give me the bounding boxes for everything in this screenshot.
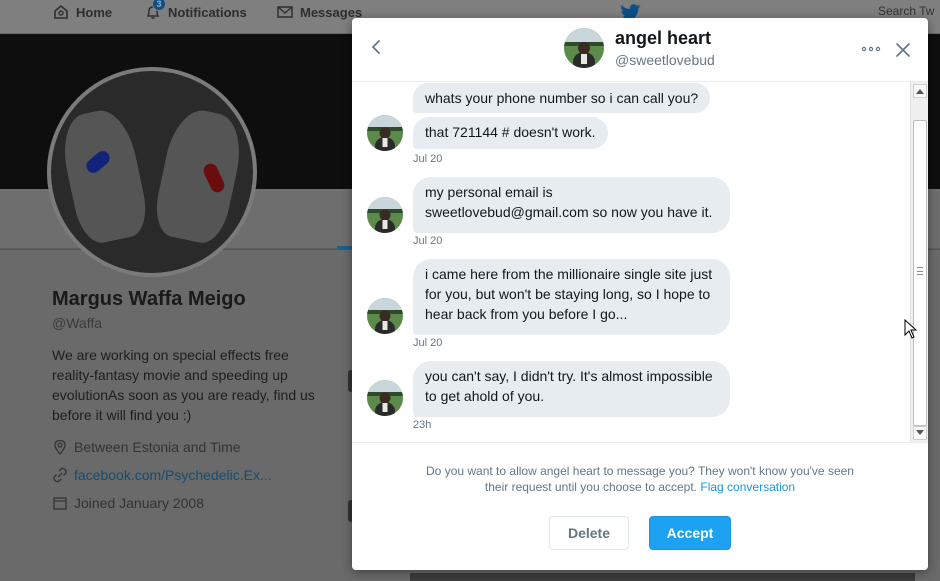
envelope-icon <box>277 6 293 18</box>
message-sender-avatar[interactable] <box>367 298 403 334</box>
conversation-scrollbar[interactable] <box>910 82 928 442</box>
scroll-down-arrow-icon[interactable] <box>913 426 927 440</box>
profile-location: Between Estonia and Time <box>52 438 241 456</box>
profile-bio: We are working on special effects free r… <box>52 347 315 423</box>
sender-avatar-image <box>367 197 403 233</box>
message-bubble: i came here from the millionaire single … <box>413 259 730 335</box>
home-icon <box>54 4 68 19</box>
message-sender-avatar[interactable] <box>367 197 403 233</box>
conversation-thread[interactable]: whats your phone number so i can call yo… <box>352 82 912 442</box>
notification-count-badge: 3 <box>152 0 166 11</box>
message-bubble: you can't say, I didn't try. It's almost… <box>413 361 730 417</box>
sender-avatar[interactable] <box>564 28 604 68</box>
message-timestamp: 23h <box>413 419 432 431</box>
close-icon[interactable] <box>895 42 911 58</box>
message-bubble: my personal email is sweetlovebud@gmail.… <box>413 177 730 233</box>
delete-button[interactable]: Delete <box>549 516 629 550</box>
sender-avatar-image <box>367 298 403 334</box>
scrollbar-grip-icon <box>917 267 923 275</box>
sender-avatar-image <box>367 380 403 416</box>
sender-handle: @sweetlovebud <box>615 52 715 68</box>
scrollbar-thumb[interactable] <box>913 120 927 426</box>
flag-conversation-link[interactable]: Flag conversation <box>700 480 795 494</box>
location-pin-icon <box>54 439 66 455</box>
link-icon <box>53 467 67 483</box>
sender-avatar-image <box>367 115 403 151</box>
message-bubble: that 721144 # doesn't work. <box>413 117 608 149</box>
sender-avatar-image <box>564 28 604 68</box>
message-sender-avatar[interactable] <box>367 380 403 416</box>
message-sender-avatar[interactable] <box>367 115 403 151</box>
message-timestamp: Jul 20 <box>413 153 443 165</box>
search-input[interactable]: Search Tw <box>878 4 934 18</box>
mouse-cursor-icon <box>904 319 918 339</box>
profile-joined: Joined January 2008 <box>52 494 204 512</box>
accept-button[interactable]: Accept <box>649 516 731 550</box>
background-tweet-strip <box>410 573 915 581</box>
profile-name: Margus Waffa Meigo <box>52 288 246 310</box>
sender-name: angel heart <box>615 28 712 48</box>
nav-notifications[interactable]: 3 Notifications <box>144 0 247 22</box>
more-options-icon[interactable] <box>860 40 882 58</box>
profile-website-link[interactable]: facebook.com/Psychedelic.Ex... <box>74 467 272 483</box>
nav-home-label: Home <box>76 4 113 20</box>
nav-home[interactable]: Home <box>52 2 112 22</box>
profile-handle: @Waffa <box>52 315 103 331</box>
nav-notifications-label: Notifications <box>168 4 247 20</box>
modal-header: angel heart @sweetlovebud <box>352 18 928 82</box>
nav-messages[interactable]: Messages <box>276 2 362 22</box>
left-hand-shape <box>56 105 152 247</box>
message-request-modal: angel heart @sweetlovebud whats your pho… <box>352 18 928 570</box>
message-timestamp: Jul 20 <box>413 235 443 247</box>
right-hand-shape <box>150 104 248 248</box>
profile-joined-text: Joined January 2008 <box>74 495 204 511</box>
message-request-footer: Do you want to allow angel heart to mess… <box>352 442 928 570</box>
profile-website[interactable]: facebook.com/Psychedelic.Ex... <box>52 466 272 484</box>
profile-location-text: Between Estonia and Time <box>74 439 241 455</box>
calendar-icon <box>53 497 67 510</box>
scroll-up-arrow-icon[interactable] <box>913 84 927 98</box>
back-arrow-icon[interactable] <box>368 38 384 56</box>
profile-avatar[interactable] <box>47 67 257 277</box>
request-explanation: Do you want to allow angel heart to mess… <box>422 463 858 495</box>
message-bubble: whats your phone number so i can call yo… <box>413 83 711 113</box>
message-timestamp: Jul 20 <box>413 337 443 349</box>
